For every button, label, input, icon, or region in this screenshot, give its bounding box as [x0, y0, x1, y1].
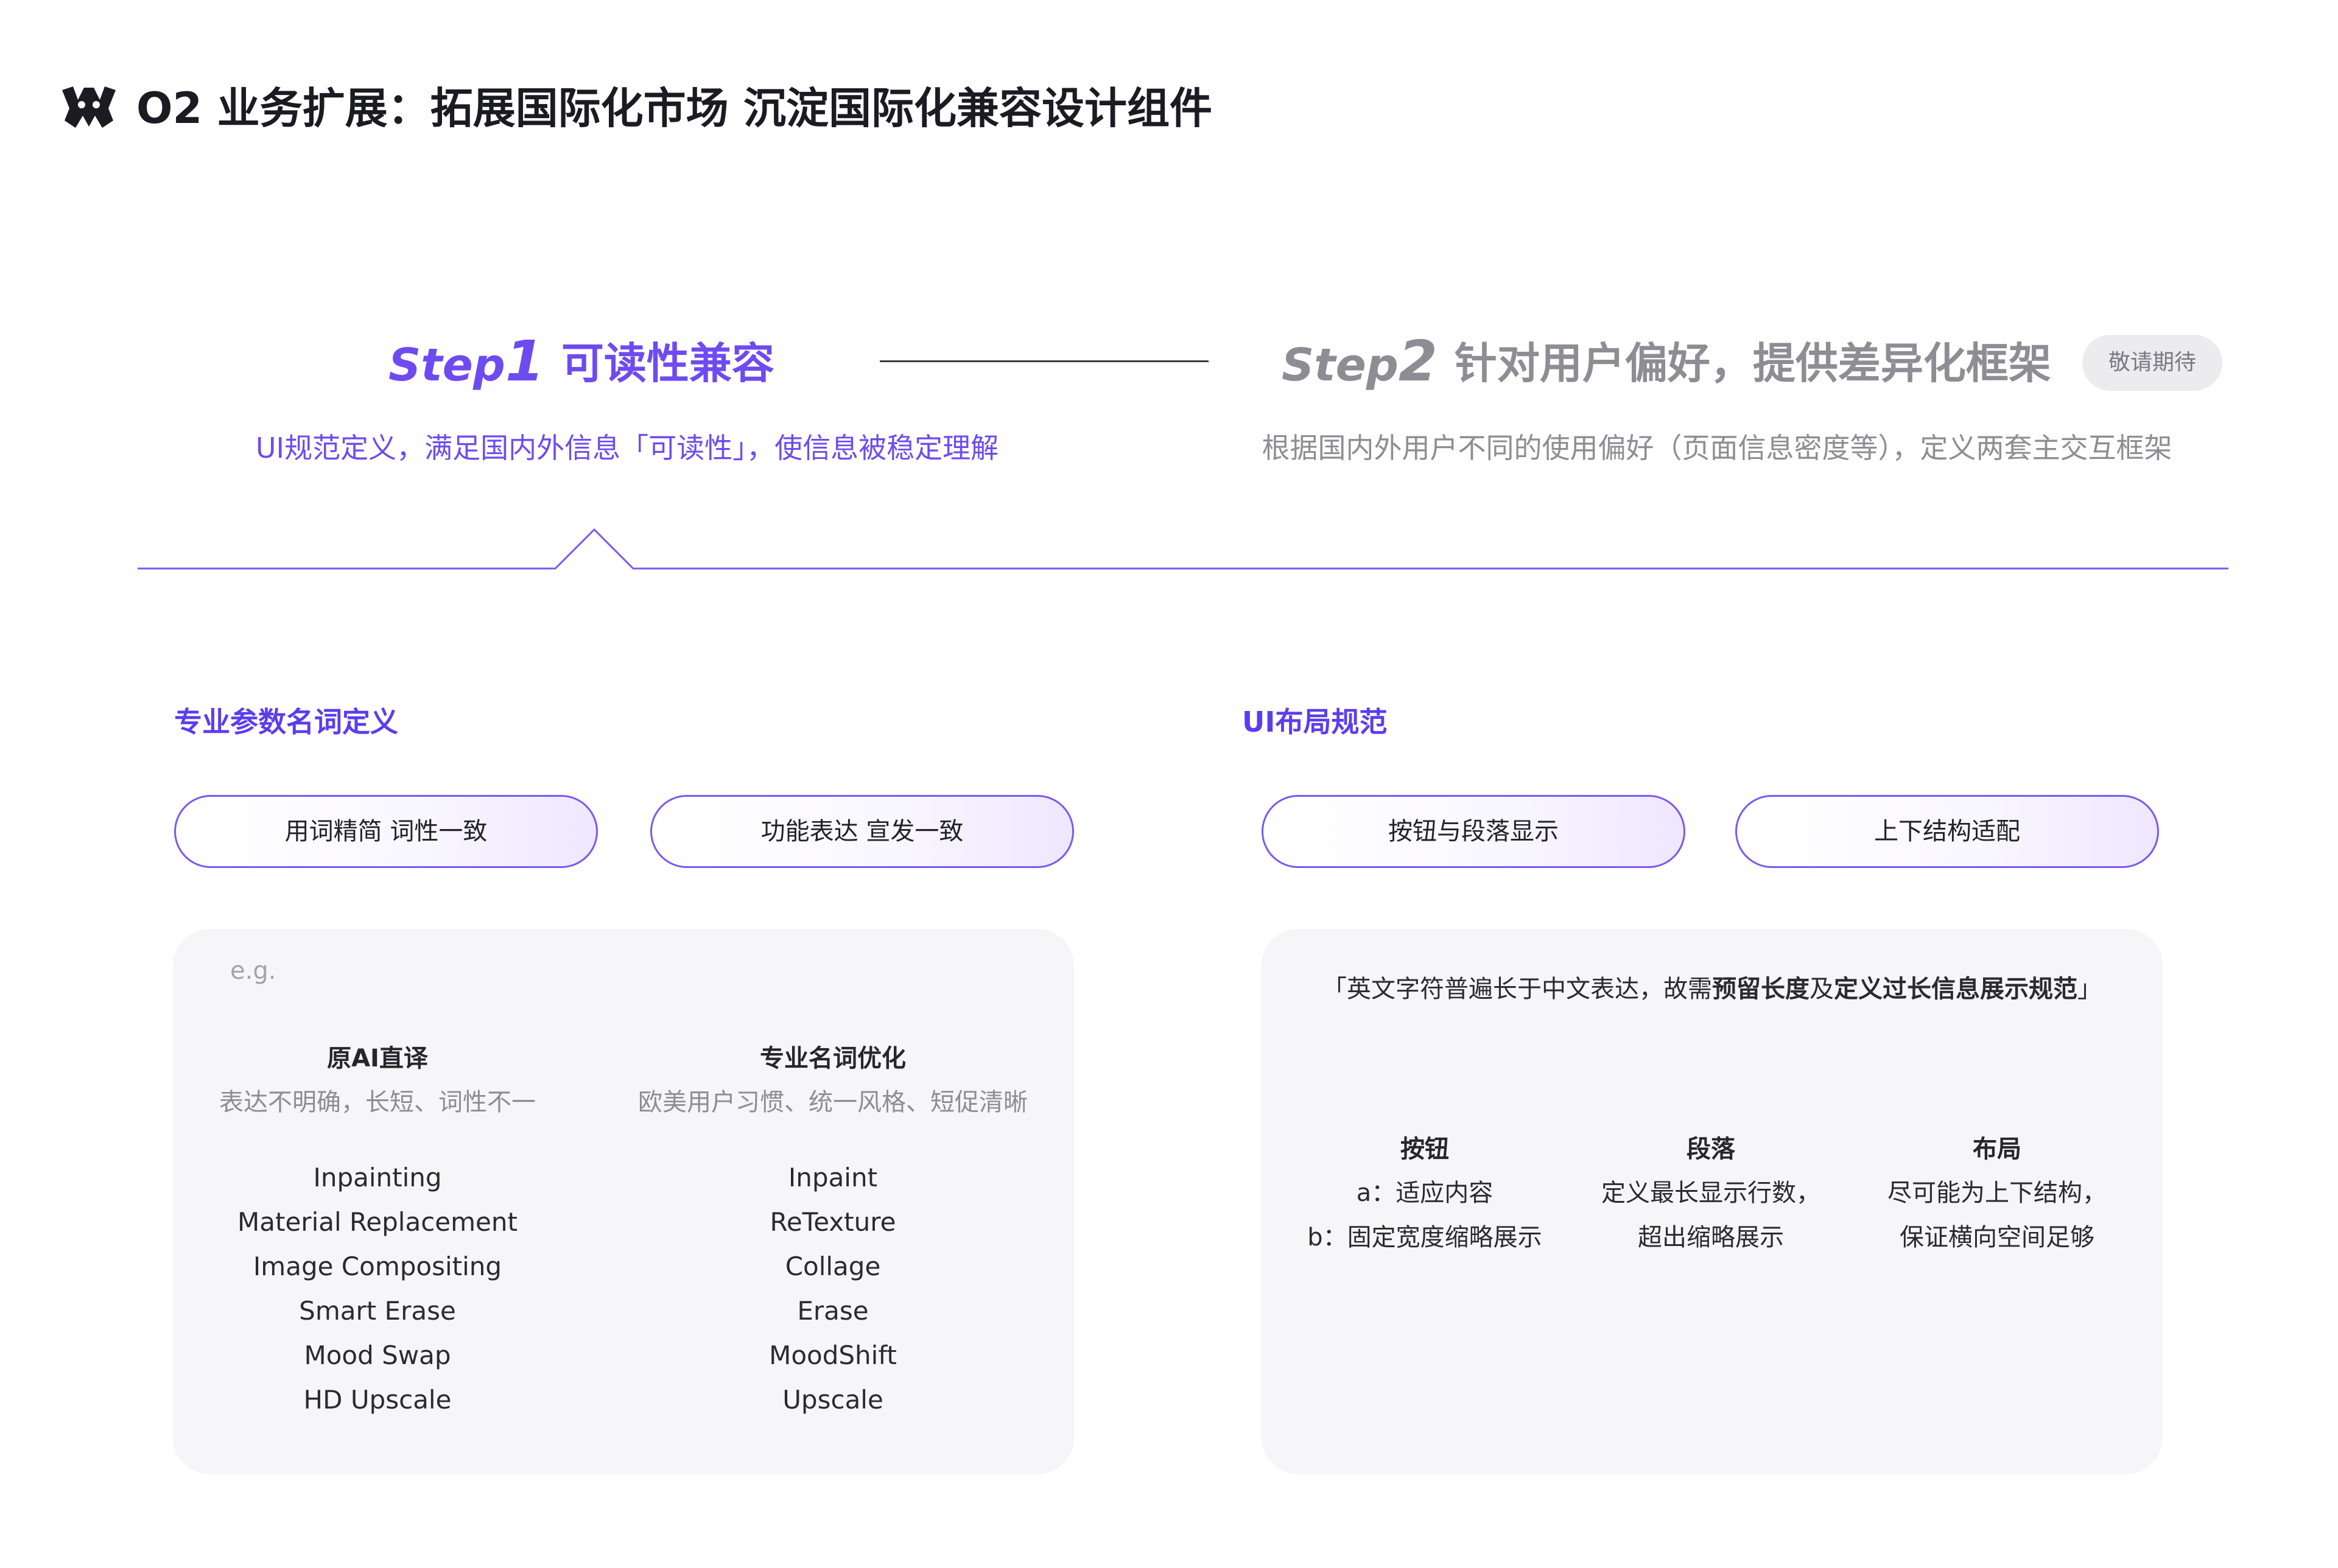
- rule-layout: 布局 尽可能为上下结构， 保证横向空间足够: [1869, 1127, 2125, 1260]
- step2-description: 根据国内外用户不同的使用偏好（页面信息密度等），定义两套主交互框架: [1262, 432, 2172, 464]
- column-subheading: 表达不明确，长短、词性不一: [219, 1088, 536, 1116]
- rule-line: a：适应内容: [1356, 1179, 1494, 1207]
- step1-heading: Step1 可读性兼容: [388, 329, 774, 394]
- step2-heading: Step2 针对用户偏好，提供差异化框架: [1282, 329, 2051, 394]
- column-heading: 专业名词优化: [760, 1045, 906, 1073]
- brand-logo-icon: [62, 86, 116, 128]
- rule-line: b：固定宽度缩略展示: [1307, 1223, 1542, 1251]
- rule-heading: 段落: [1687, 1135, 1735, 1163]
- rule-heading: 按钮: [1400, 1135, 1449, 1163]
- rule-line: 定义最长显示行数，: [1601, 1179, 1820, 1207]
- pill-consistent-expression: 功能表达 宣发一致: [650, 795, 1074, 868]
- list-item: Material Replacement: [237, 1207, 518, 1237]
- pill-vertical-layout: 上下结构适配: [1735, 795, 2159, 868]
- step1-title: 可读性兼容: [561, 338, 774, 388]
- pill-button-paragraph-display: 按钮与段落显示: [1262, 795, 1685, 868]
- step2-number: 2: [1398, 329, 1438, 394]
- list-item: Inpaint: [788, 1163, 878, 1192]
- column-heading: 原AI直译: [327, 1045, 428, 1073]
- column-subheading: 欧美用户习惯、统一风格、短促清晰: [638, 1088, 1028, 1116]
- step2-title: 针对用户偏好，提供差异化框架: [1454, 338, 2051, 388]
- step2-word: Step: [1282, 339, 1399, 391]
- step1-number: 1: [505, 329, 544, 394]
- rule-heading: 布局: [1973, 1135, 2021, 1163]
- list-item: HD Upscale: [303, 1385, 452, 1415]
- list-item: MoodShift: [769, 1340, 897, 1370]
- rule-line: 保证横向空间足够: [1900, 1223, 2094, 1251]
- optimized-term-list: Inpaint ReTexture Collage Erase MoodShif…: [638, 1155, 1028, 1422]
- list-item: Smart Erase: [299, 1296, 456, 1326]
- list-item: Image Compositing: [253, 1251, 502, 1281]
- section-title-ui-layout: UI布局规范: [1242, 705, 1388, 738]
- list-item: Upscale: [782, 1385, 883, 1415]
- pill-concise-wording: 用词精简 词性一致: [174, 795, 598, 868]
- list-item: ReTexture: [770, 1207, 896, 1237]
- section-title-terminology: 专业参数名词定义: [174, 705, 398, 738]
- coming-soon-badge: 敬请期待: [2082, 335, 2222, 391]
- layout-principle-quote: 「英文字符普遍长于中文表达，故需预留长度及定义过长信息展示规范」: [1322, 975, 2102, 1003]
- rule-line: 尽可能为上下结构，: [1887, 1179, 2107, 1207]
- rule-paragraph: 段落 定义最长显示行数， 超出缩略展示: [1583, 1127, 1839, 1260]
- step-connector-line: [880, 360, 1209, 362]
- original-term-list: Inpainting Material Replacement Image Co…: [195, 1155, 560, 1422]
- list-item: Erase: [797, 1296, 869, 1326]
- original-translation-column: 原AI直译 表达不明确，长短、词性不一 Inpainting Material …: [195, 1038, 560, 1422]
- optimized-terms-column: 专业名词优化 欧美用户习惯、统一风格、短促清晰 Inpaint ReTextur…: [638, 1038, 1028, 1422]
- rule-button: 按钮 a：适应内容 b：固定宽度缩略展示: [1297, 1127, 1553, 1260]
- list-item: Collage: [785, 1251, 881, 1281]
- rule-line: 超出缩略展示: [1638, 1223, 1784, 1251]
- list-item: Mood Swap: [304, 1340, 451, 1370]
- example-label: e.g.: [230, 957, 276, 985]
- list-item: Inpainting: [313, 1163, 442, 1192]
- step1-description: UI规范定义，满足国内外信息「可读性」，使信息被稳定理解: [255, 432, 999, 464]
- step1-word: Step: [388, 339, 505, 391]
- page-title: O2 业务扩展：拓展国际化市场 沉淀国际化兼容设计组件: [136, 83, 1212, 133]
